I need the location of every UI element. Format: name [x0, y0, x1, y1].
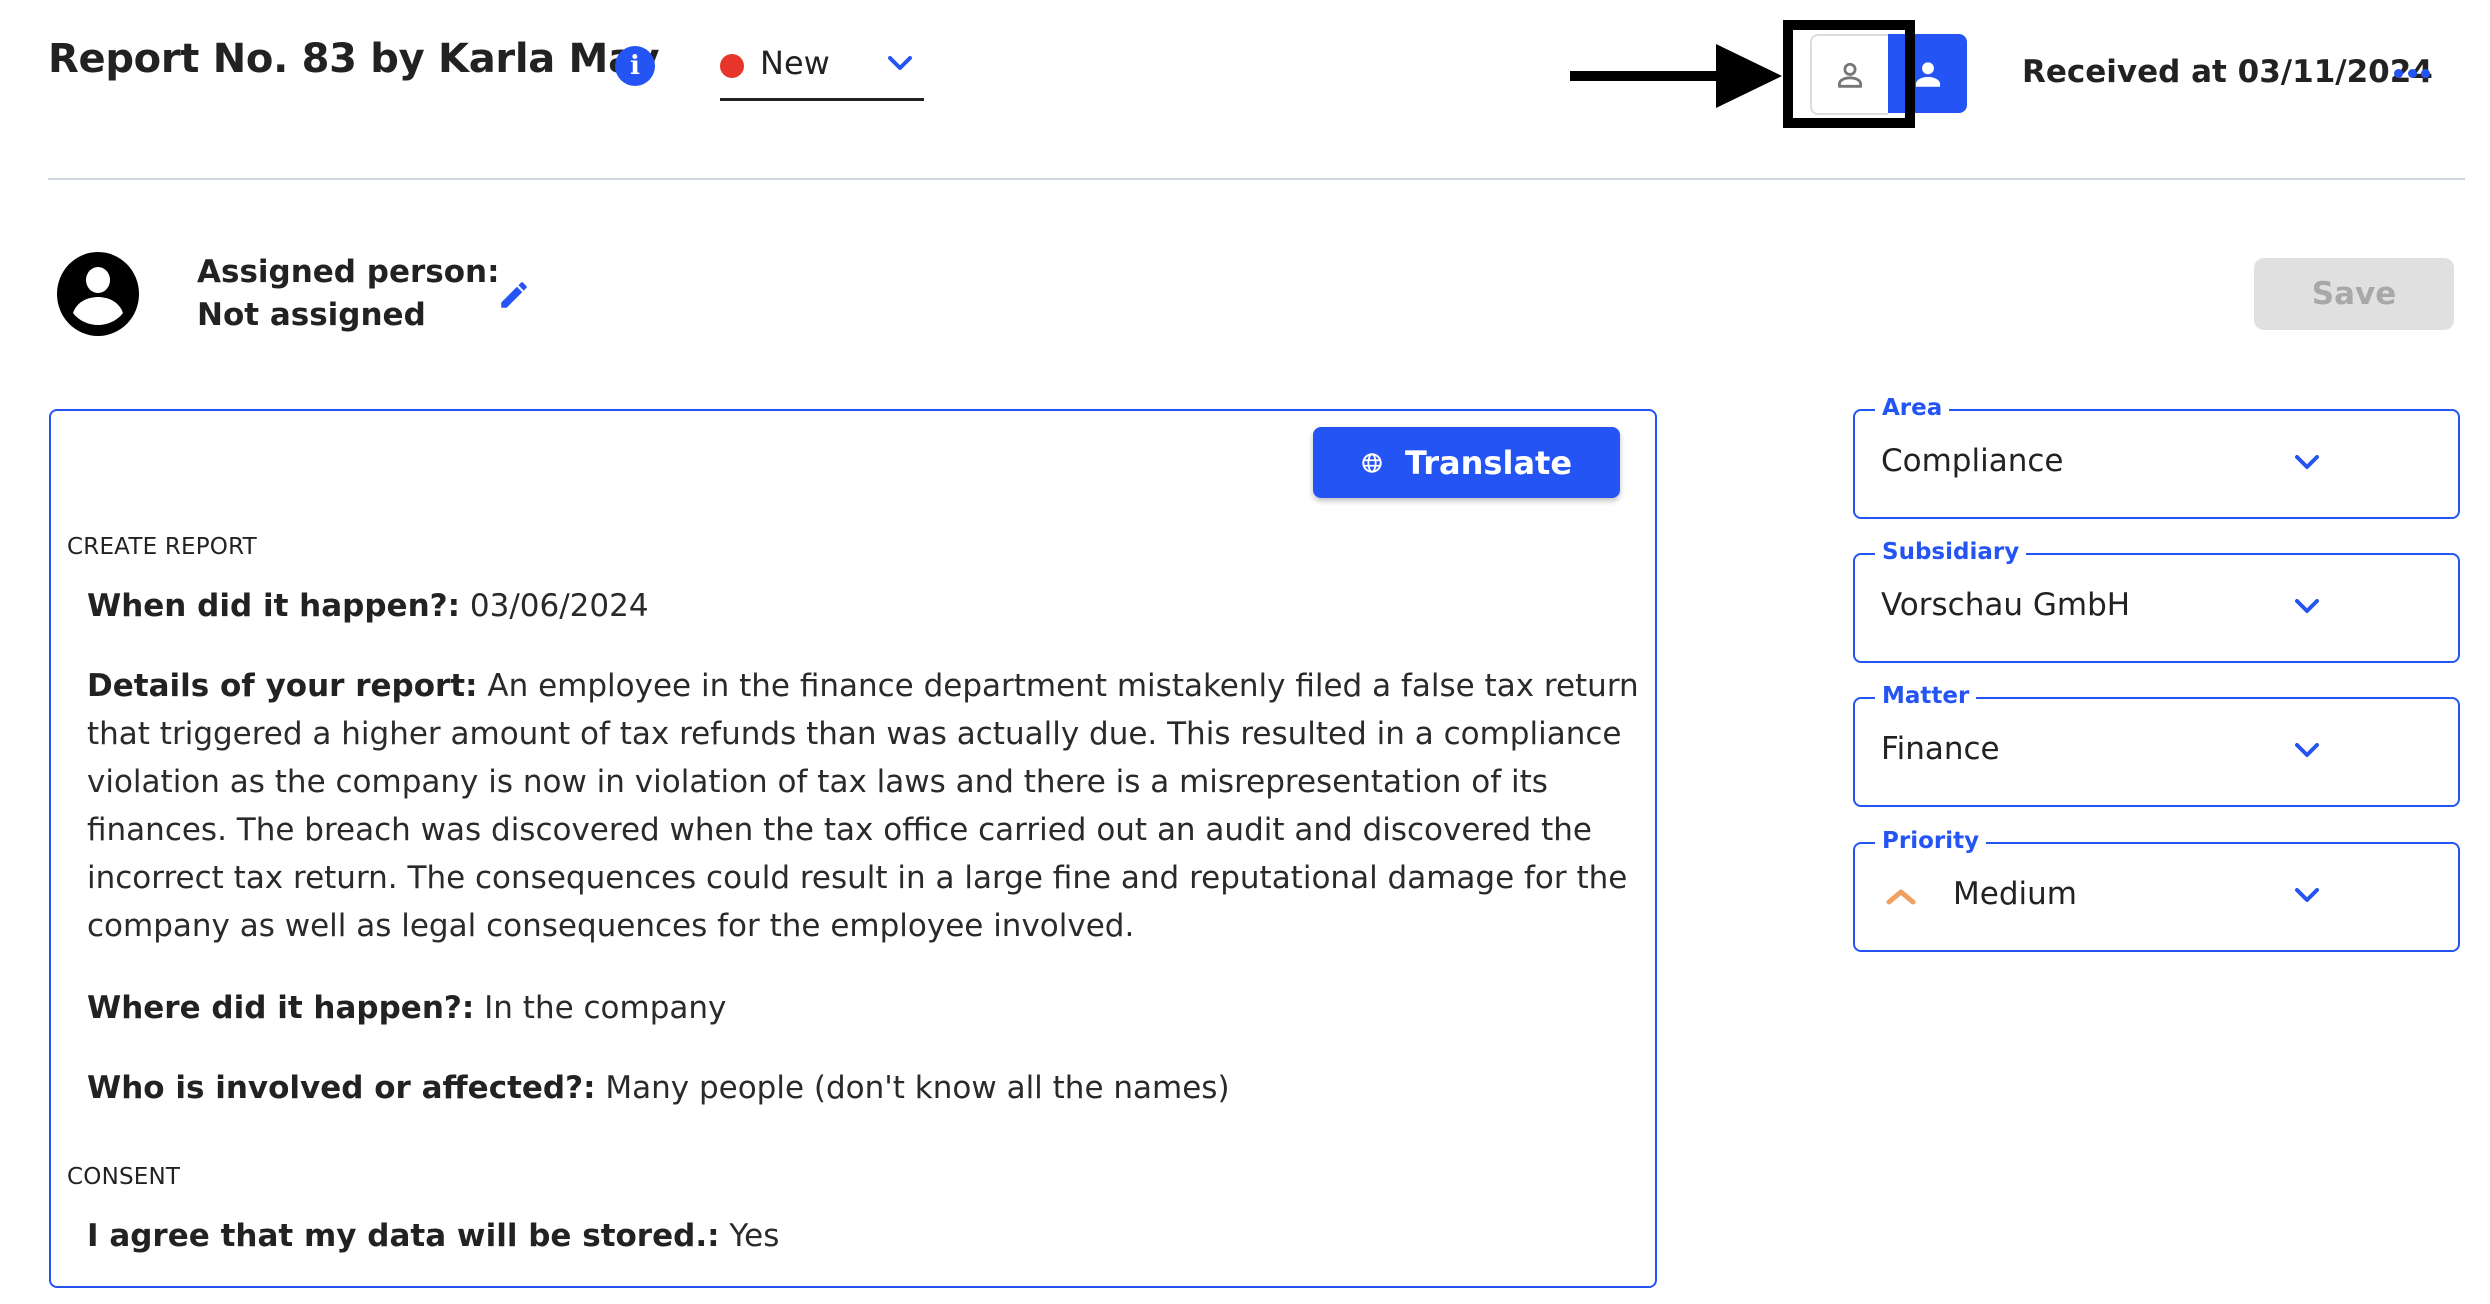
status-label: New	[760, 44, 830, 82]
chevron-down-icon	[2295, 888, 2319, 902]
priority-select[interactable]: Priority Medium	[1853, 826, 2460, 952]
arrow-right-icon	[1570, 44, 1782, 108]
field-value: Vorschau GmbH	[1881, 587, 2131, 623]
matter-select[interactable]: Matter Finance	[1853, 681, 2460, 807]
info-icon[interactable]: i	[615, 46, 655, 86]
report-item-answer: 03/06/2024	[469, 588, 649, 624]
report-item-answer: An employee in the finance department mi…	[87, 668, 1639, 944]
section-heading: CONSENT	[67, 1164, 181, 1190]
header-divider	[48, 178, 2465, 180]
globe-icon	[1362, 452, 1382, 473]
section-heading: CREATE REPORT	[67, 534, 257, 560]
page-title: Report No. 83 by Karla May	[48, 36, 660, 82]
pencil-icon[interactable]	[497, 278, 531, 312]
field-label: Matter	[1875, 681, 1977, 711]
field-label: Subsidiary	[1875, 537, 2027, 567]
field-label: Priority	[1875, 826, 1987, 856]
assigned-person-label: Assigned person:	[197, 254, 500, 290]
person-view-toggle-filled[interactable]	[1888, 34, 1967, 113]
translate-label: Translate	[1404, 443, 1573, 482]
more-horizontal-icon[interactable]	[2394, 60, 2430, 86]
report-item: I agree that my data will be stored.: Ye…	[87, 1212, 1657, 1260]
field-label: Area	[1875, 393, 1950, 423]
report-item-answer: Many people (don't know all the names)	[605, 1070, 1230, 1106]
report-item: When did it happen?: 03/06/2024	[87, 582, 1657, 630]
report-item-question: Who is involved or affected?:	[87, 1070, 596, 1106]
report-item: Who is involved or affected?: Many peopl…	[87, 1064, 1657, 1112]
report-item-question: I agree that my data will be stored.:	[87, 1218, 720, 1254]
area-select[interactable]: Area Compliance	[1853, 393, 2460, 519]
report-item: Details of your report: An employee in t…	[87, 662, 1657, 950]
avatar-icon	[57, 252, 139, 336]
status-dot-icon	[720, 54, 744, 78]
chevron-down-icon	[2295, 599, 2319, 613]
report-item-question: Where did it happen?:	[87, 990, 475, 1026]
received-date: Received at 03/11/2024	[2022, 54, 2433, 90]
save-button[interactable]: Save	[2254, 258, 2454, 330]
report-item-answer: In the company	[484, 990, 727, 1026]
person-view-toggle-outline[interactable]	[1810, 34, 1888, 115]
report-item: Where did it happen?: In the company	[87, 984, 1657, 1032]
report-item-question: Details of your report:	[87, 668, 478, 704]
chevron-down-icon	[2295, 743, 2319, 757]
person-outline-icon	[1837, 62, 1863, 88]
priority-medium-icon	[1886, 889, 1916, 905]
chevron-down-icon	[2295, 455, 2319, 469]
chevron-down-icon	[888, 56, 912, 70]
field-value: Compliance	[1881, 443, 2064, 479]
status-select[interactable]: New	[720, 40, 924, 101]
assigned-person-value: Not assigned	[197, 297, 426, 333]
translate-button[interactable]: Translate	[1313, 427, 1620, 498]
field-value: Finance	[1881, 731, 2000, 767]
subsidiary-select[interactable]: Subsidiary Vorschau GmbH	[1853, 537, 2460, 663]
field-value: Medium	[1953, 876, 2077, 912]
report-item-answer: Yes	[729, 1218, 780, 1254]
person-filled-icon	[1915, 61, 1940, 87]
report-item-question: When did it happen?:	[87, 588, 461, 624]
